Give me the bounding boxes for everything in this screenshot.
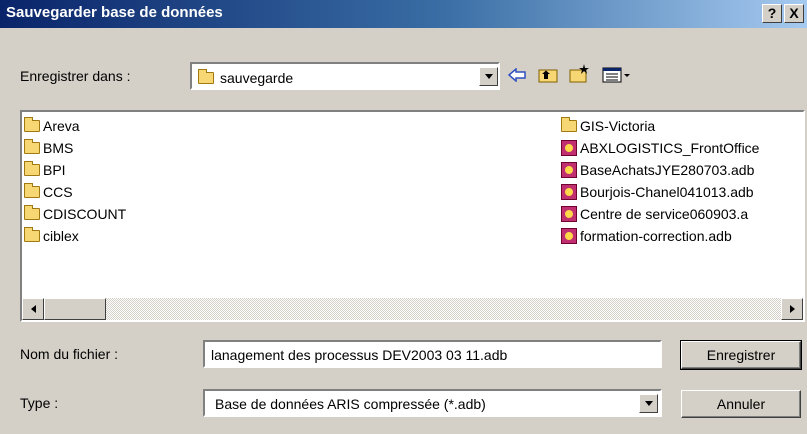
save-in-dropdown-button[interactable] [479, 67, 498, 86]
list-item-label: Areva [43, 118, 80, 134]
aris-db-icon [561, 206, 577, 222]
folder-icon [24, 161, 40, 176]
horizontal-scrollbar[interactable] [22, 298, 803, 320]
list-item[interactable]: ciblex [24, 226, 79, 246]
folder-icon [561, 117, 577, 132]
cancel-button[interactable]: Annuler [681, 390, 801, 418]
aris-db-icon [561, 140, 577, 156]
view-menu-icon[interactable] [600, 64, 634, 86]
file-list[interactable]: Areva BMS BPI CCS CDISCOUNT ciblex GIS-Victor… [20, 110, 805, 322]
filename-value: lanagement des processus DEV2003 03 11.a… [211, 347, 508, 363]
list-item-label: BaseAchatsJYE280703.adb [580, 162, 755, 178]
aris-db-icon [561, 228, 577, 244]
folder-icon [24, 227, 40, 242]
filename-input[interactable]: lanagement des processus DEV2003 03 11.a… [203, 340, 662, 368]
folder-icon [24, 139, 40, 154]
list-item[interactable]: formation-correction.adb [561, 226, 732, 246]
scroll-left-button[interactable] [22, 298, 44, 320]
list-item[interactable]: Bourjois-Chanel041013.adb [561, 182, 754, 202]
title-bar: Sauvegarder base de données ? X [0, 0, 807, 28]
list-item-label: BPI [43, 162, 66, 178]
scroll-right-button[interactable] [781, 298, 803, 320]
up-folder-icon[interactable] [537, 64, 559, 86]
list-item-label: Centre de service060903.a [580, 206, 749, 222]
folder-icon [198, 69, 214, 84]
list-item[interactable]: Centre de service060903.a [561, 204, 748, 224]
save-button[interactable]: Enregistrer [680, 340, 802, 370]
list-item[interactable]: BPI [24, 160, 66, 180]
list-item-label: formation-correction.adb [580, 228, 732, 244]
type-value: Base de données ARIS compressée (*.adb) [215, 396, 486, 412]
close-button[interactable]: X [784, 4, 804, 23]
list-item-label: Bourjois-Chanel041013.adb [580, 184, 754, 200]
list-item-label: BMS [43, 140, 74, 156]
list-item[interactable]: ABXLOGISTICS_FrontOffice [561, 138, 759, 158]
aris-db-icon [561, 162, 577, 178]
list-item-label: CCS [43, 184, 73, 200]
list-item-label: CDISCOUNT [43, 206, 127, 222]
new-folder-icon[interactable] [569, 62, 591, 84]
window-title: Sauvegarder base de données [6, 4, 223, 21]
folder-icon [24, 183, 40, 198]
list-item-label: GIS-Victoria [580, 118, 656, 134]
list-item[interactable]: CDISCOUNT [24, 204, 126, 224]
scrollbar-thumb[interactable] [44, 298, 106, 320]
list-item[interactable]: BMS [24, 138, 73, 158]
folder-icon [24, 205, 40, 220]
folder-icon [24, 117, 40, 132]
aris-db-icon [561, 184, 577, 200]
list-item[interactable]: CCS [24, 182, 73, 202]
list-item[interactable]: BaseAchatsJYE280703.adb [561, 160, 754, 180]
filename-label: Nom du fichier : [20, 346, 119, 362]
list-item[interactable]: GIS-Victoria [561, 116, 655, 136]
type-dropdown-button[interactable] [639, 394, 658, 413]
save-in-value: sauvegarde [220, 70, 294, 86]
type-combo[interactable]: Base de données ARIS compressée (*.adb) [203, 389, 662, 417]
save-in-combo[interactable]: sauvegarde [190, 62, 500, 90]
type-label: Type : [20, 395, 59, 411]
back-icon[interactable] [506, 64, 528, 86]
list-item-label: ABXLOGISTICS_FrontOffice [580, 140, 760, 156]
save-in-label: Enregistrer dans : [20, 68, 131, 84]
list-item-label: ciblex [43, 228, 79, 244]
help-button[interactable]: ? [762, 4, 782, 23]
list-item[interactable]: Areva [24, 116, 80, 136]
